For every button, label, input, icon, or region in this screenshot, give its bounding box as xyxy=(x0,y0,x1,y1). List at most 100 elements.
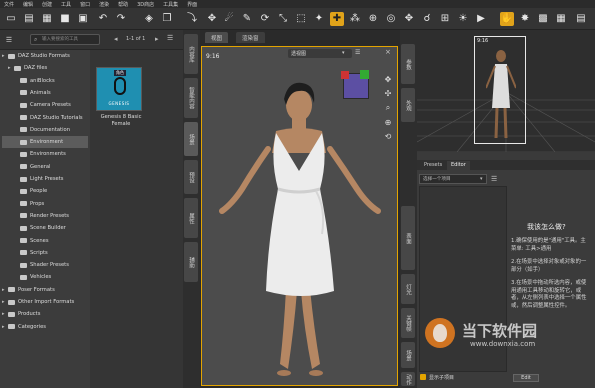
page-prev-icon[interactable]: ◂ xyxy=(114,35,118,43)
layout-icon[interactable]: ▤ xyxy=(574,12,588,26)
redo-icon[interactable]: ↷ xyxy=(114,12,128,26)
menu-item[interactable]: 文件 xyxy=(4,1,14,8)
translate-icon[interactable]: ✥ xyxy=(205,12,219,26)
tree-item[interactable]: ▸ Poser Formats xyxy=(2,284,55,296)
menu-item[interactable]: 创建 xyxy=(42,1,52,8)
tab-content-library[interactable]: 内容库 xyxy=(184,34,198,74)
tree-item[interactable]: Vehicles xyxy=(2,271,51,283)
close-viewport-icon[interactable]: × xyxy=(385,48,391,56)
search-placeholder: 输入要搜索的工具 xyxy=(42,37,78,42)
options-icon[interactable]: ☰ xyxy=(167,34,173,42)
tree-item[interactable]: Environment xyxy=(2,136,88,149)
tree-item[interactable]: Scenes xyxy=(2,235,49,247)
help-step-3: 3.在场景中拖动所选内容，或使用通用工具移动和旋转它，或者，从左侧列表中选择一个… xyxy=(511,280,587,309)
hand-tool-icon[interactable]: ✋ xyxy=(500,12,514,26)
menu-item[interactable]: 窗口 xyxy=(80,1,90,8)
tab-presets-pane[interactable]: Presets xyxy=(420,161,446,170)
menu-item[interactable]: 界面 xyxy=(187,1,197,8)
save-icon[interactable]: ■ xyxy=(58,12,72,26)
tree-item[interactable]: ▸ Categories xyxy=(2,321,46,333)
tab-scene[interactable]: 场景 xyxy=(184,122,198,156)
magnet-icon[interactable]: ☌ xyxy=(420,12,434,26)
zoom-icon[interactable]: ⊞ xyxy=(438,12,452,26)
camera-icon[interactable]: ▶ xyxy=(474,12,488,26)
tab-parameters[interactable]: 参数 xyxy=(401,44,415,84)
menu-item[interactable]: 帮助 xyxy=(118,1,128,8)
tree-item[interactable]: DAZ Studio Tutorials xyxy=(2,112,83,124)
spot-render-icon[interactable]: ✦ xyxy=(312,12,326,26)
tab-keyframes[interactable]: 关键帧 xyxy=(401,308,415,338)
tab-surfaces[interactable]: 表面 xyxy=(401,206,415,270)
save-as-icon[interactable]: ▣ xyxy=(76,12,90,26)
tree-item[interactable]: ▸ DAZ Studio Formats xyxy=(2,50,70,62)
genesis-product-thumbnail[interactable]: 角色 GENESIS xyxy=(96,67,142,111)
item-select[interactable]: 选择一个项目 ▾ xyxy=(419,174,487,184)
pane-options-icon[interactable]: ☰ xyxy=(491,175,497,183)
tree-item[interactable]: ▸ DAZ files xyxy=(2,62,47,74)
tree-item[interactable]: aniBlocks xyxy=(2,75,55,87)
tab-viewport[interactable]: 视图 xyxy=(205,32,229,43)
tree-item[interactable]: Animals xyxy=(2,87,51,99)
tab-aux[interactable]: 辅助 xyxy=(184,242,198,282)
menu-item[interactable]: 渲染 xyxy=(99,1,109,8)
tree-item[interactable]: Shader Presets xyxy=(2,259,69,271)
show-subitems-checkbox[interactable] xyxy=(420,374,426,380)
tab-actions[interactable]: 动作 xyxy=(401,372,415,386)
tab-presets[interactable]: 预设 xyxy=(184,160,198,194)
merge-icon[interactable]: ▦ xyxy=(40,12,54,26)
image-icon[interactable]: ▩ xyxy=(536,12,550,26)
surface-selection-icon[interactable]: ⁂ xyxy=(348,12,362,26)
geometry-editor-icon[interactable]: ⊕ xyxy=(366,12,380,26)
tree-item[interactable]: Scene Builder xyxy=(2,222,66,234)
tree-item[interactable]: Documentation xyxy=(2,124,70,136)
page-next-icon[interactable]: ▸ xyxy=(155,35,159,43)
tree-item[interactable]: Environments xyxy=(2,148,66,160)
tree-item[interactable]: ▸ Other Import Formats xyxy=(2,296,74,308)
render-settings-icon[interactable]: ◈ xyxy=(142,12,156,26)
new-file-icon[interactable]: ▭ xyxy=(4,12,18,26)
tree-item[interactable]: Scripts xyxy=(2,247,48,259)
region-nav-icon[interactable]: ⬚ xyxy=(294,12,308,26)
render-icon[interactable]: ❐ xyxy=(160,12,174,26)
view-options-icon[interactable]: ☰ xyxy=(355,49,360,56)
tab-shaping[interactable]: 外观 xyxy=(401,88,415,122)
tree-item[interactable]: Render Presets xyxy=(2,210,69,222)
universal-tool-icon[interactable]: ✚ xyxy=(330,12,344,26)
camera-orbit-icon[interactable]: ◎ xyxy=(384,12,398,26)
menu-item[interactable]: 3D商店 xyxy=(137,1,154,8)
spot-light-icon[interactable]: ✸ xyxy=(518,12,532,26)
edit-button[interactable]: Edit xyxy=(513,374,539,382)
menu-item[interactable]: 工具集 xyxy=(163,1,178,8)
menu-item[interactable]: 编辑 xyxy=(23,1,33,8)
figure-model[interactable] xyxy=(202,59,399,385)
tab-scene-right[interactable]: 场景 xyxy=(401,342,415,368)
undo-icon[interactable]: ↶ xyxy=(96,12,110,26)
node-select-icon[interactable]: ⤵ xyxy=(185,12,199,26)
camera-select[interactable]: 透视图 ▾ xyxy=(288,49,352,58)
collapse-icon[interactable]: ☰ xyxy=(4,35,14,44)
tree-item-label: aniBlocks xyxy=(30,77,55,84)
aux-viewport[interactable]: 9:16 xyxy=(417,30,595,152)
joint-editor-icon[interactable]: ✎ xyxy=(240,12,254,26)
tab-render[interactable]: 渲染窗 xyxy=(236,32,265,43)
rotate-icon[interactable]: ⟳ xyxy=(258,12,272,26)
menu-item[interactable]: 工具 xyxy=(61,1,71,8)
open-folder-icon[interactable]: ▤ xyxy=(22,12,36,26)
scale-icon[interactable]: ⤡ xyxy=(276,12,290,26)
move-icon[interactable]: ✥ xyxy=(402,12,416,26)
tree-item[interactable]: Props xyxy=(2,198,44,210)
tree-item[interactable]: General xyxy=(2,161,50,173)
tree-item[interactable]: Light Presets xyxy=(2,173,63,185)
tab-properties[interactable]: 属性 xyxy=(184,198,198,238)
library-search-input[interactable]: ⌕ 输入要搜索的工具 xyxy=(30,34,100,45)
tab-smart-content[interactable]: 智能内容 xyxy=(184,78,198,118)
grid-icon[interactable]: ▦ xyxy=(554,12,568,26)
tree-item[interactable]: Camera Presets xyxy=(2,99,71,111)
tree-item[interactable]: People xyxy=(2,185,47,197)
3d-viewport[interactable]: 9:16 透视图 ▾ ☰ × ✥ ✣ ⌕ ⊕ ⟲ xyxy=(201,46,398,386)
active-pose-icon[interactable]: ☄ xyxy=(222,12,236,26)
tab-editor-pane[interactable]: Editor xyxy=(447,161,470,170)
tab-lights[interactable]: 灯光 xyxy=(401,274,415,304)
tree-item[interactable]: ▸ Products xyxy=(2,308,40,320)
light-icon[interactable]: ☀ xyxy=(456,12,470,26)
